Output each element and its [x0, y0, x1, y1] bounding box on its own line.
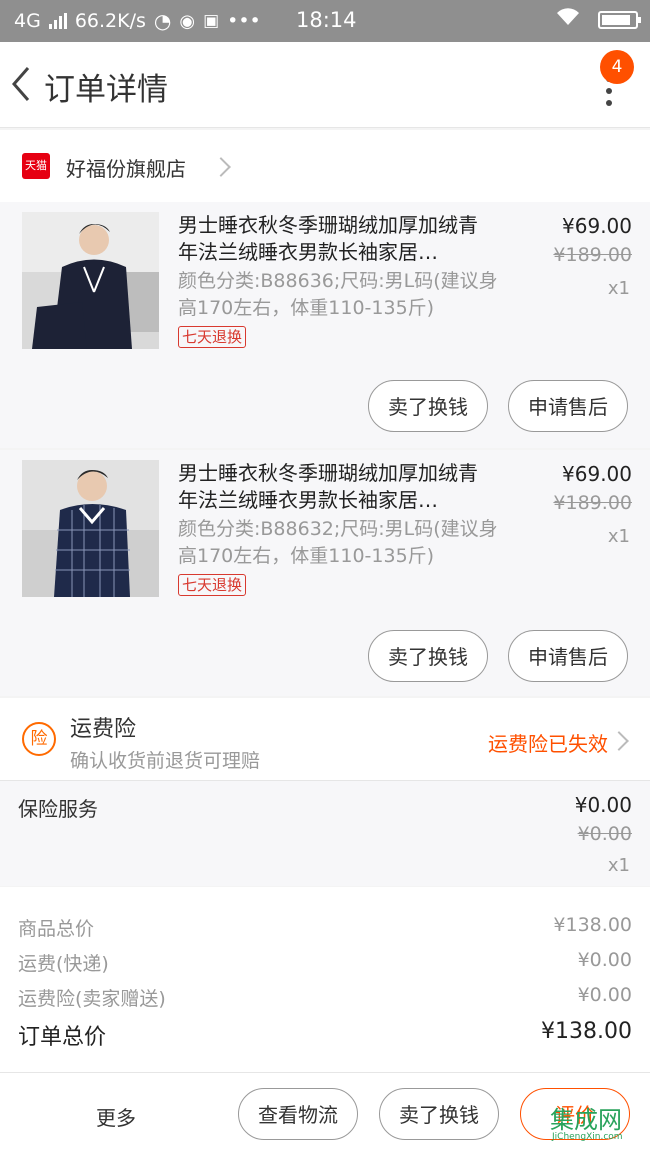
insurance-fee-label: 运费险(卖家赠送)	[18, 988, 166, 1010]
order-total-label: 订单总价	[18, 1025, 107, 1050]
insurance-title: 运费险	[70, 717, 137, 742]
goods-total-row: 商品总价 ¥138.00	[18, 914, 632, 941]
insurance-description: 确认收货前退货可理赔	[70, 750, 261, 772]
chevron-left-icon	[12, 67, 30, 101]
product-sku: 颜色分类:B88632;尺码:男L码(建议身高170左右，体重110-135斤)	[178, 518, 498, 567]
view-logistics-button[interactable]: 查看物流	[238, 1088, 358, 1140]
insurance-service-item: 保险服务 ¥0.00 ¥0.00 x1	[0, 781, 650, 886]
product-quantity: x1	[607, 526, 630, 547]
seven-day-return-badge: 七天退换	[178, 326, 247, 348]
shipping-fee-value: ¥0.00	[577, 949, 632, 971]
message-count-badge: 4	[600, 50, 634, 84]
product-title[interactable]: 男士睡衣秋冬季珊瑚绒加厚加绒青年法兰绒睡衣男款长袖家居…	[178, 460, 488, 514]
service-price: ¥0.00	[574, 793, 632, 817]
page-title: 订单详情	[44, 72, 168, 108]
insurance-fee-row: 运费险(卖家赠送) ¥0.00	[18, 984, 632, 1011]
service-original-price: ¥0.00	[577, 823, 632, 845]
chevron-right-icon	[609, 731, 629, 751]
seven-day-return-badge: 七天退换	[178, 574, 247, 596]
network-speed: 66.2K/s	[74, 10, 146, 32]
battery-icon	[598, 10, 641, 29]
watermark-logo: 集成网 JiChengXin.com	[532, 1098, 650, 1153]
more-notifications-icon: •••	[227, 10, 261, 32]
shop-header[interactable]: 天猫 好福份旗舰店	[0, 130, 650, 202]
product-image[interactable]	[22, 212, 159, 349]
product-title[interactable]: 男士睡衣秋冬季珊瑚绒加厚加绒青年法兰绒睡衣男款长袖家居…	[178, 212, 488, 266]
weibo-icon: ◉	[179, 10, 196, 32]
product-original-price: ¥189.00	[553, 492, 632, 514]
signal-icon	[48, 13, 67, 29]
goods-total-value: ¥138.00	[553, 914, 632, 936]
product-sku: 颜色分类:B88636;尺码:男L码(建议身高170左右，体重110-135斤)	[178, 270, 498, 319]
price-summary: 商品总价 ¥138.00 运费(快递) ¥0.00 运费险(卖家赠送) ¥0.0…	[0, 887, 650, 1072]
service-label: 保险服务	[18, 797, 98, 821]
shop-name: 好福份旗舰店	[66, 157, 186, 181]
product-image[interactable]	[22, 460, 159, 597]
product-quantity: x1	[607, 278, 630, 299]
sell-for-cash-button[interactable]: 卖了换钱	[379, 1088, 499, 1140]
network-type: 4G	[14, 10, 41, 32]
order-item[interactable]: 男士睡衣秋冬季珊瑚绒加厚加绒青年法兰绒睡衣男款长袖家居… 颜色分类:B88636…	[0, 202, 650, 448]
more-button[interactable]: 更多	[96, 1102, 136, 1131]
product-price: ¥69.00	[562, 462, 632, 486]
tmall-logo-icon: 天猫	[22, 153, 50, 179]
wifi-icon	[556, 8, 580, 31]
sell-for-cash-button[interactable]: 卖了换钱	[368, 380, 488, 432]
sell-for-cash-button[interactable]: 卖了换钱	[368, 630, 488, 682]
shipping-fee-label: 运费(快递)	[18, 953, 109, 975]
back-button[interactable]	[8, 64, 36, 104]
after-sales-button[interactable]: 申请售后	[508, 630, 628, 682]
qq-icon: ◔	[153, 9, 172, 33]
order-total-value: ¥138.00	[541, 1019, 632, 1044]
watermark-domain: JiChengXin.com	[552, 1132, 623, 1142]
after-sales-button[interactable]: 申请售后	[508, 380, 628, 432]
product-original-price: ¥189.00	[553, 244, 632, 266]
chevron-right-icon	[211, 157, 231, 177]
product-price: ¥69.00	[562, 214, 632, 238]
insurance-status: 运费险已失效	[488, 732, 608, 756]
insurance-fee-value: ¥0.00	[577, 984, 632, 1006]
clock: 18:14	[296, 8, 357, 32]
status-bar: 4G 66.2K/s ◔ ◉ ▣ ••• 18:14	[0, 0, 650, 42]
insurance-icon: 险	[22, 722, 56, 756]
order-item[interactable]: 男士睡衣秋冬季珊瑚绒加厚加绒青年法兰绒睡衣男款长袖家居… 颜色分类:B88632…	[0, 450, 650, 696]
order-total-row: 订单总价 ¥138.00	[18, 1019, 632, 1051]
nav-bar: 订单详情 4	[0, 42, 650, 128]
shipping-fee-row: 运费(快递) ¥0.00	[18, 949, 632, 976]
shipping-insurance-row[interactable]: 险 运费险 确认收货前退货可理赔 运费险已失效	[0, 698, 650, 781]
goods-total-label: 商品总价	[18, 918, 95, 940]
app-icon: ▣	[203, 11, 220, 31]
watermark-text: 集成网	[550, 1106, 622, 1134]
service-quantity: x1	[607, 855, 630, 876]
